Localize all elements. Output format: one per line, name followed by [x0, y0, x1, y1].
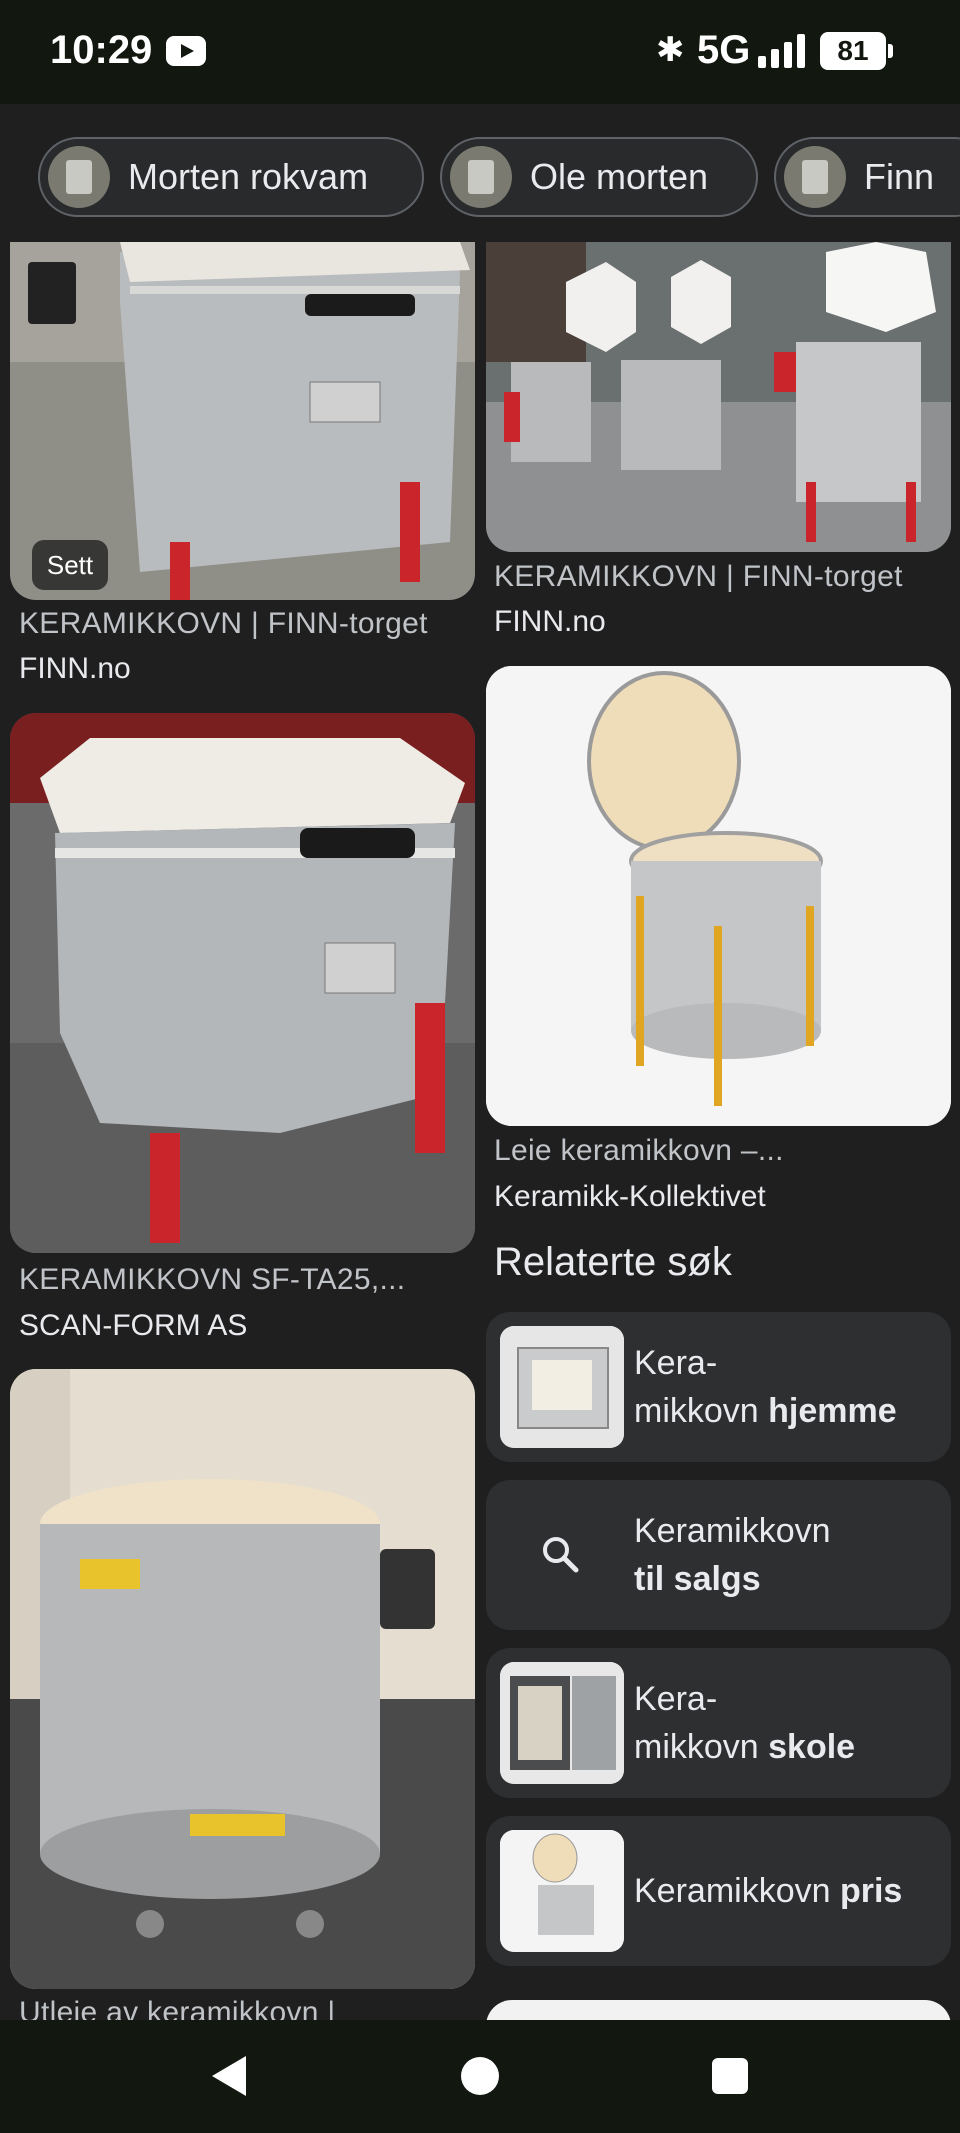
seen-badge: Sett [32, 540, 108, 590]
result-image-kiln-5[interactable] [10, 1369, 475, 1989]
chip-avatar [450, 146, 512, 208]
label-line1: Kera- [634, 1344, 718, 1382]
result-image-kiln-3[interactable] [10, 713, 475, 1253]
result-source[interactable]: SCAN-FORM AS [19, 1309, 247, 1343]
chip-label: Ole morten [530, 156, 709, 197]
related-search-label: Keramikkovn til salgs [634, 1480, 831, 1630]
result-source[interactable]: FINN.no [19, 652, 131, 686]
related-searches-title: Relaterte søk [494, 1240, 732, 1284]
kiln-thumbnail [500, 1662, 624, 1784]
result-caption[interactable]: KERAMIKKOVN | FINN-torget [494, 560, 903, 594]
battery-icon: 81 [820, 32, 893, 70]
back-icon[interactable] [212, 2056, 246, 2096]
kiln-thumbnail [500, 1830, 624, 1952]
kiln-image [486, 242, 951, 552]
chip-label: Finn [864, 156, 935, 197]
recents-icon[interactable] [712, 2058, 748, 2094]
result-source[interactable]: Keramikk-Kollektivet [494, 1180, 766, 1214]
chip-label: Morten rokvam [128, 156, 369, 197]
related-search-pris[interactable]: Keramikkovn pris [486, 1816, 951, 1966]
chip-avatar [784, 146, 846, 208]
home-icon[interactable] [461, 2057, 499, 2095]
related-search-label: Keramikkovn pris [634, 1816, 902, 1966]
kiln-image [10, 713, 475, 1253]
label-bold: til salgs [634, 1560, 761, 1598]
signal-icon [758, 34, 808, 68]
related-search-skole[interactable]: Kera- mikkovn skole [486, 1648, 951, 1798]
system-navigation-bar [0, 2020, 960, 2133]
related-people-chips: Morten rokvam Ole morten Finn [0, 104, 960, 242]
label-bold: hjemme [768, 1392, 897, 1430]
kiln-image [486, 666, 951, 1126]
related-search-til-salgs[interactable]: Keramikkovn til salgs [486, 1480, 951, 1630]
label-line1: Kera- [634, 1680, 718, 1718]
label-line1: Keramikkovn [634, 1512, 831, 1550]
result-image-kiln-2[interactable] [486, 242, 951, 552]
related-search-label: Kera- mikkovn skole [634, 1648, 855, 1798]
label-line2: mikkovn [634, 1392, 769, 1430]
label-line2: mikkovn [634, 1728, 769, 1766]
status-bar: 10:29 ✱ 5G 81 [0, 0, 960, 104]
bluetooth-icon: ✱ [656, 31, 685, 69]
label-line1: Keramikkovn [634, 1872, 840, 1910]
network-type: 5G [697, 28, 751, 72]
status-time: 10:29 [50, 28, 153, 72]
kiln-image [10, 1369, 475, 1989]
result-caption[interactable]: KERAMIKKOVN SF-TA25,... [19, 1263, 405, 1297]
kiln-thumbnail [500, 1326, 624, 1448]
label-bold: pris [839, 1872, 903, 1910]
chip-avatar [48, 146, 110, 208]
youtube-icon [166, 36, 206, 66]
label-bold: skole [768, 1728, 856, 1766]
search-icon [543, 1537, 579, 1573]
result-caption[interactable]: Leie keramikkovn –... [494, 1134, 784, 1168]
related-search-label: Kera- mikkovn hjemme [634, 1312, 897, 1462]
chip-morten-rokvam[interactable]: Morten rokvam [38, 137, 424, 217]
chip-finn[interactable]: Finn [774, 137, 960, 217]
result-image-kiln-4[interactable] [486, 666, 951, 1126]
related-search-hjemme[interactable]: Kera- mikkovn hjemme [486, 1312, 951, 1462]
result-source[interactable]: FINN.no [494, 605, 606, 639]
chip-ole-morten[interactable]: Ole morten [440, 137, 758, 217]
result-caption[interactable]: KERAMIKKOVN | FINN-torget [19, 607, 428, 641]
